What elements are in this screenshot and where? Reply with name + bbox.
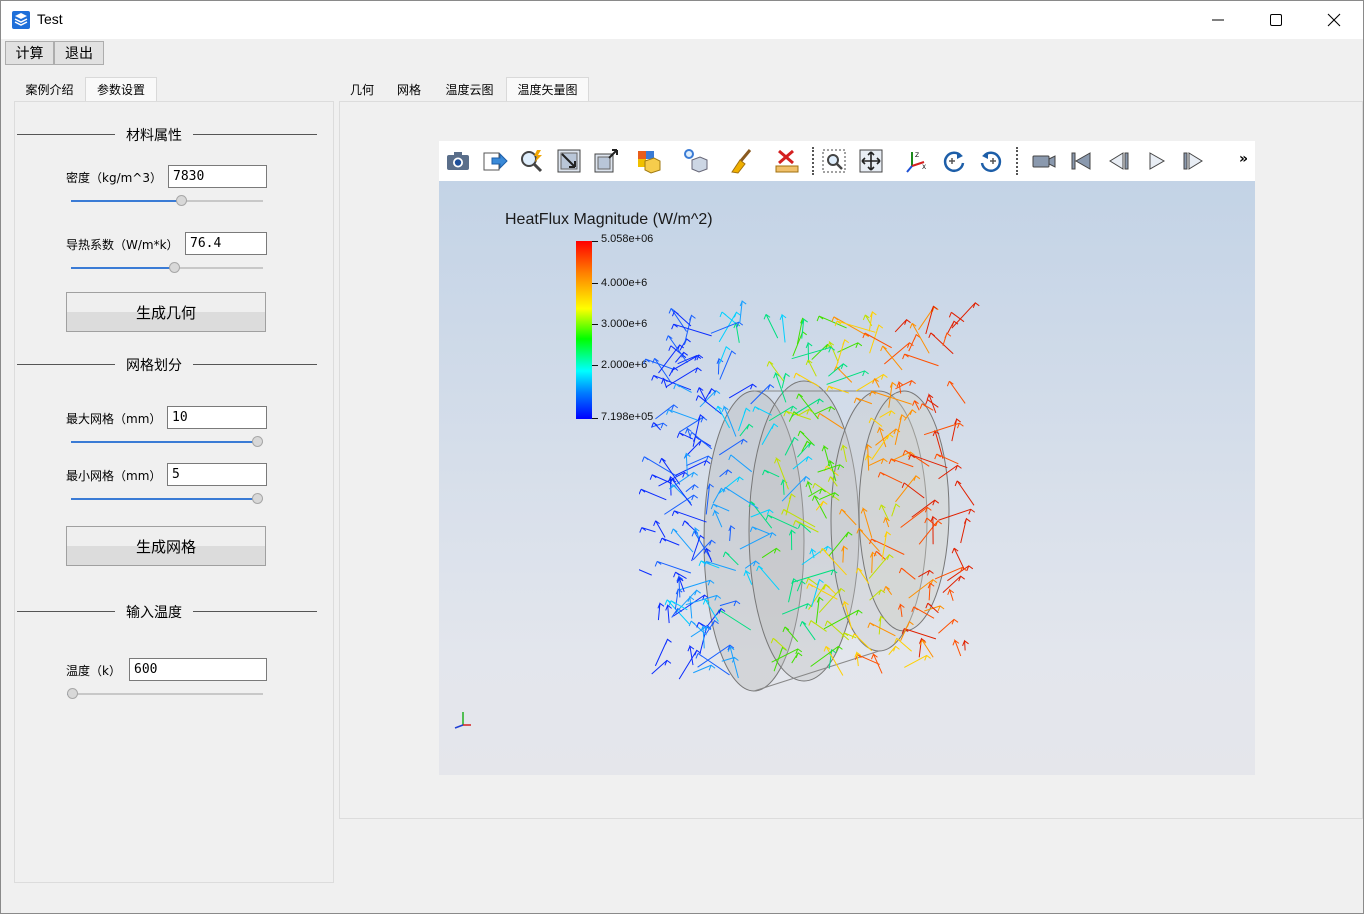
min-mesh-slider[interactable] (71, 492, 263, 506)
axes-orient-icon[interactable]: ZX (903, 147, 931, 175)
heatflux-vector-model (639, 300, 980, 692)
density-slider-handle[interactable] (175, 195, 187, 206)
toolbar-separator-2 (1016, 147, 1018, 175)
title-bar: Test (1, 1, 1363, 39)
play-icon[interactable] (1142, 147, 1170, 175)
minimize-button[interactable] (1189, 1, 1247, 39)
conductivity-slider-handle[interactable] (168, 262, 180, 273)
parameters-panel: 材料属性 密度（kg/m^3） 导热系数（W/m*k） 生成几何 网格划分 最大… (14, 101, 334, 883)
select-cells-icon[interactable] (634, 147, 662, 175)
clear-selection-icon[interactable] (727, 147, 755, 175)
svg-text:X: X (922, 164, 926, 171)
maximize-button[interactable] (1247, 1, 1305, 39)
maximize-icon (1270, 14, 1282, 26)
camera-icon[interactable] (444, 147, 472, 175)
prev-frame-icon[interactable] (1105, 147, 1133, 175)
section-mesh: 网格划分 (17, 354, 317, 374)
max-mesh-label: 最大网格（mm） (66, 412, 162, 426)
max-mesh-slider[interactable] (71, 435, 263, 449)
legend-colorbar (576, 241, 592, 419)
zoom-interactive-icon[interactable] (518, 147, 546, 175)
measure-icon[interactable] (773, 147, 801, 175)
section-material: 材料属性 (17, 124, 317, 144)
legend-label-max: 5.058e+06 (601, 233, 654, 245)
rotate-ccw-icon[interactable] (977, 147, 1005, 175)
last-frame-icon[interactable] (1179, 147, 1207, 175)
3d-viewer: ZX » HeatFlux Magnitude (W/m^2) 5.058e+0… (439, 141, 1255, 775)
close-icon (1327, 13, 1341, 27)
toolbar-separator (812, 147, 814, 175)
select-points-icon[interactable] (681, 147, 709, 175)
svg-text:Z: Z (915, 152, 919, 159)
window-title: Test (37, 11, 63, 27)
orientation-axes-icon (454, 712, 471, 729)
max-mesh-slider-handle[interactable] (252, 436, 263, 447)
export-icon[interactable] (481, 147, 509, 175)
section-temperature-title: 输入温度 (126, 605, 182, 621)
zoom-box-icon[interactable] (820, 147, 848, 175)
conductivity-slider[interactable] (71, 261, 263, 275)
generate-mesh-button[interactable]: 生成网格 (66, 526, 266, 566)
conductivity-label: 导热系数（W/m*k） (66, 238, 179, 252)
app-logo-icon (12, 11, 30, 29)
toolbar-overflow-button[interactable]: » (1239, 151, 1248, 167)
render-view[interactable]: HeatFlux Magnitude (W/m^2) 5.058e+06 4.0… (439, 181, 1255, 775)
density-label: 密度（kg/m^3） (66, 171, 162, 185)
legend-title: HeatFlux Magnitude (W/m^2) (505, 211, 713, 228)
min-mesh-input[interactable] (167, 463, 267, 486)
section-mesh-title: 网格划分 (126, 358, 182, 374)
tab-case-intro[interactable]: 案例介绍 (14, 77, 85, 101)
density-input[interactable] (168, 165, 267, 188)
tab-geometry[interactable]: 几何 (339, 77, 385, 101)
tab-temperature-contour[interactable]: 温度云图 (433, 77, 506, 101)
min-mesh-slider-handle[interactable] (252, 493, 263, 504)
tab-parameters[interactable]: 参数设置 (85, 77, 157, 101)
min-mesh-label: 最小网格（mm） (66, 469, 162, 483)
rotate-cw-icon[interactable] (940, 147, 968, 175)
max-mesh-input[interactable] (167, 406, 267, 429)
section-material-title: 材料属性 (126, 128, 182, 144)
minimize-icon (1212, 19, 1224, 21)
record-icon[interactable] (1030, 147, 1058, 175)
reset-camera-icon[interactable] (555, 147, 583, 175)
pan-icon[interactable] (857, 147, 885, 175)
generate-geometry-button[interactable]: 生成几何 (66, 292, 266, 332)
exit-button[interactable]: 退出 (54, 41, 104, 65)
calculate-button[interactable]: 计算 (5, 41, 54, 65)
fullscreen-icon[interactable] (592, 147, 620, 175)
section-temperature: 输入温度 (17, 601, 317, 621)
first-frame-icon[interactable] (1067, 147, 1095, 175)
conductivity-input[interactable] (185, 232, 267, 255)
close-button[interactable] (1305, 1, 1363, 39)
viewer-toolbar: ZX » (439, 141, 1255, 181)
temperature-slider[interactable] (67, 687, 263, 701)
temperature-label: 温度（k） (66, 664, 121, 678)
menu-bar: 计算 退出 (1, 39, 1363, 67)
temperature-slider-handle[interactable] (67, 688, 78, 699)
temperature-input[interactable] (129, 658, 267, 681)
density-slider[interactable] (71, 194, 263, 208)
tab-mesh[interactable]: 网格 (385, 77, 433, 101)
tab-temperature-vector[interactable]: 温度矢量图 (506, 77, 589, 101)
